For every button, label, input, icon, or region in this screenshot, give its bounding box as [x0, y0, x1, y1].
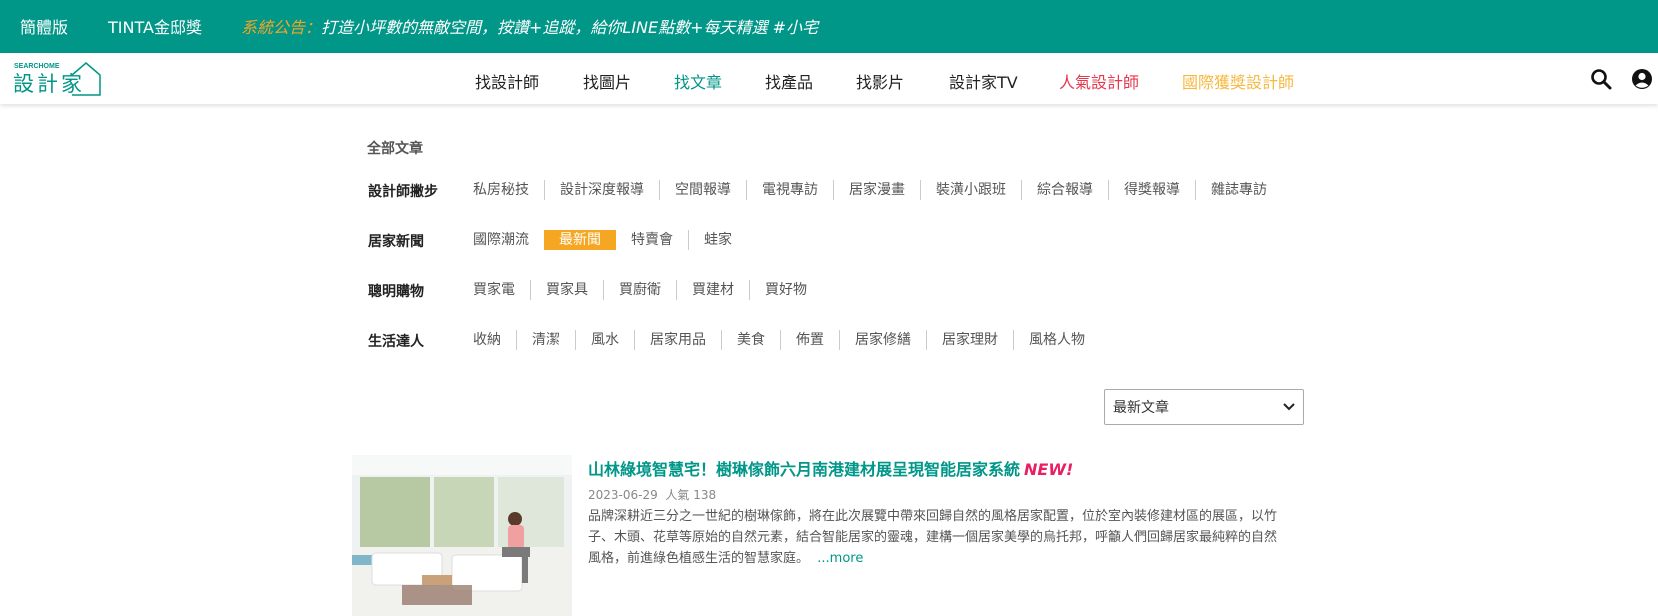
simplified-chinese-link[interactable]: 簡體版	[20, 14, 68, 38]
filter-row-title[interactable]: 居家新聞	[368, 231, 424, 251]
filter-item[interactable]: 雜誌專訪	[1195, 180, 1282, 200]
filter-item[interactable]: 買建材	[676, 280, 749, 300]
filter-item[interactable]: 收納	[473, 330, 516, 350]
logo-main-text: 設計家	[13, 72, 85, 96]
nav-popular-designers[interactable]: 人氣設計師	[1059, 69, 1139, 93]
filter-item[interactable]: 風格人物	[1013, 330, 1100, 350]
nav-designer-tv[interactable]: 設計家TV	[949, 69, 1018, 93]
article-title: 山林綠境智慧宅！樹琳傢飾六月南港建材展呈現智能居家系統	[588, 460, 1021, 479]
filter-row-items: 買家電 買家具 買廚衛 買建材 買好物	[473, 279, 822, 301]
filter-row-title[interactable]: 生活達人	[368, 331, 424, 351]
filter-item[interactable]: 裝潢小跟班	[920, 180, 1021, 200]
search-icon[interactable]	[1590, 68, 1612, 90]
article-popularity: 人氣 138	[665, 488, 717, 502]
filter-item[interactable]: 買廚衛	[603, 280, 676, 300]
filter-item[interactable]: 居家理財	[926, 330, 1013, 350]
system-announcement[interactable]: 系統公告：打造小坪數的無敵空間，按讚+追蹤，給你LINE點數+每天精選 #小宅	[241, 14, 818, 38]
article-date: 2023-06-29	[588, 488, 658, 502]
filter-row-items: 國際潮流 最新聞 特賣會 蛙家	[473, 229, 747, 251]
filter-item[interactable]: 蛙家	[688, 230, 747, 250]
filter-item[interactable]: 居家漫畫	[833, 180, 920, 200]
tinta-award-link[interactable]: TINTA金邸獎	[108, 14, 202, 38]
filter-item[interactable]: 風水	[575, 330, 634, 350]
nav-award-designers[interactable]: 國際獲獎設計師	[1182, 69, 1294, 93]
sort-selected-value: 最新文章	[1113, 400, 1169, 416]
searchome-logo[interactable]: SEARCHOME 設計家	[10, 59, 102, 97]
nav-find-designer[interactable]: 找設計師	[475, 69, 539, 93]
filter-item[interactable]: 得獎報導	[1108, 180, 1195, 200]
filter-item[interactable]: 空間報導	[659, 180, 746, 200]
filter-item[interactable]: 買家具	[530, 280, 603, 300]
filter-item[interactable]: 居家用品	[634, 330, 721, 350]
filter-item[interactable]: 電視專訪	[746, 180, 833, 200]
filter-item-active[interactable]: 最新聞	[544, 230, 616, 250]
filter-item[interactable]: 清潔	[516, 330, 575, 350]
nav-find-products[interactable]: 找產品	[765, 69, 813, 93]
nav-find-articles[interactable]: 找文章	[674, 69, 722, 93]
sort-select[interactable]: 最新文章	[1104, 389, 1304, 425]
new-badge: NEW!	[1024, 460, 1074, 479]
filter-item[interactable]: 居家修繕	[839, 330, 926, 350]
filter-item[interactable]: 買家電	[473, 280, 530, 300]
filter-item[interactable]: 特賣會	[616, 230, 688, 250]
filter-item[interactable]: 私房秘技	[473, 180, 544, 200]
filter-item[interactable]: 佈置	[780, 330, 839, 350]
top-bar: 簡體版 TINTA金邸獎 系統公告：打造小坪數的無敵空間，按讚+追蹤，給你LIN…	[0, 0, 1658, 53]
main-nav-bar: SEARCHOME 設計家 找設計師 找圖片 找文章 找產品 找影片 設計家TV…	[0, 53, 1658, 104]
filter-item[interactable]: 買好物	[749, 280, 822, 300]
announcement-text: 打造小坪數的無敵空間，按讚+追蹤，給你LINE點數+每天精選 #小宅	[321, 18, 819, 37]
filter-row-items: 私房秘技 設計深度報導 空間報導 電視專訪 居家漫畫 裝潢小跟班 綜合報導 得獎…	[473, 179, 1282, 201]
filter-item[interactable]: 國際潮流	[473, 230, 544, 250]
read-more-link[interactable]: ...more	[817, 551, 863, 566]
chevron-down-icon	[1283, 400, 1295, 414]
announcement-label: 系統公告：	[241, 18, 322, 37]
filter-item[interactable]: 綜合報導	[1021, 180, 1108, 200]
all-articles-link[interactable]: 全部文章	[367, 138, 423, 158]
article-title-link[interactable]: 山林綠境智慧宅！樹琳傢飾六月南港建材展呈現智能居家系統 NEW!	[588, 456, 1073, 480]
user-icon[interactable]	[1631, 68, 1653, 90]
filter-item[interactable]: 美食	[721, 330, 780, 350]
article-thumbnail[interactable]	[352, 455, 572, 616]
filter-item[interactable]: 設計深度報導	[544, 180, 659, 200]
filter-row-title[interactable]: 聰明購物	[368, 281, 424, 301]
nav-find-images[interactable]: 找圖片	[583, 69, 631, 93]
filter-row-title[interactable]: 設計師撇步	[368, 181, 438, 201]
logo-small-text: SEARCHOME	[14, 63, 60, 70]
article-excerpt: 品牌深耕近三分之一世紀的樹琳傢飾，將在此次展覽中帶來回歸自然的風格居家配置，位於…	[588, 506, 1288, 569]
article-excerpt-text: 品牌深耕近三分之一世紀的樹琳傢飾，將在此次展覽中帶來回歸自然的風格居家配置，位於…	[588, 509, 1278, 566]
article-meta: 2023-06-29 人氣 138	[588, 486, 716, 503]
nav-find-videos[interactable]: 找影片	[856, 69, 904, 93]
filter-row-items: 收納 清潔 風水 居家用品 美食 佈置 居家修繕 居家理財 風格人物	[473, 329, 1100, 351]
